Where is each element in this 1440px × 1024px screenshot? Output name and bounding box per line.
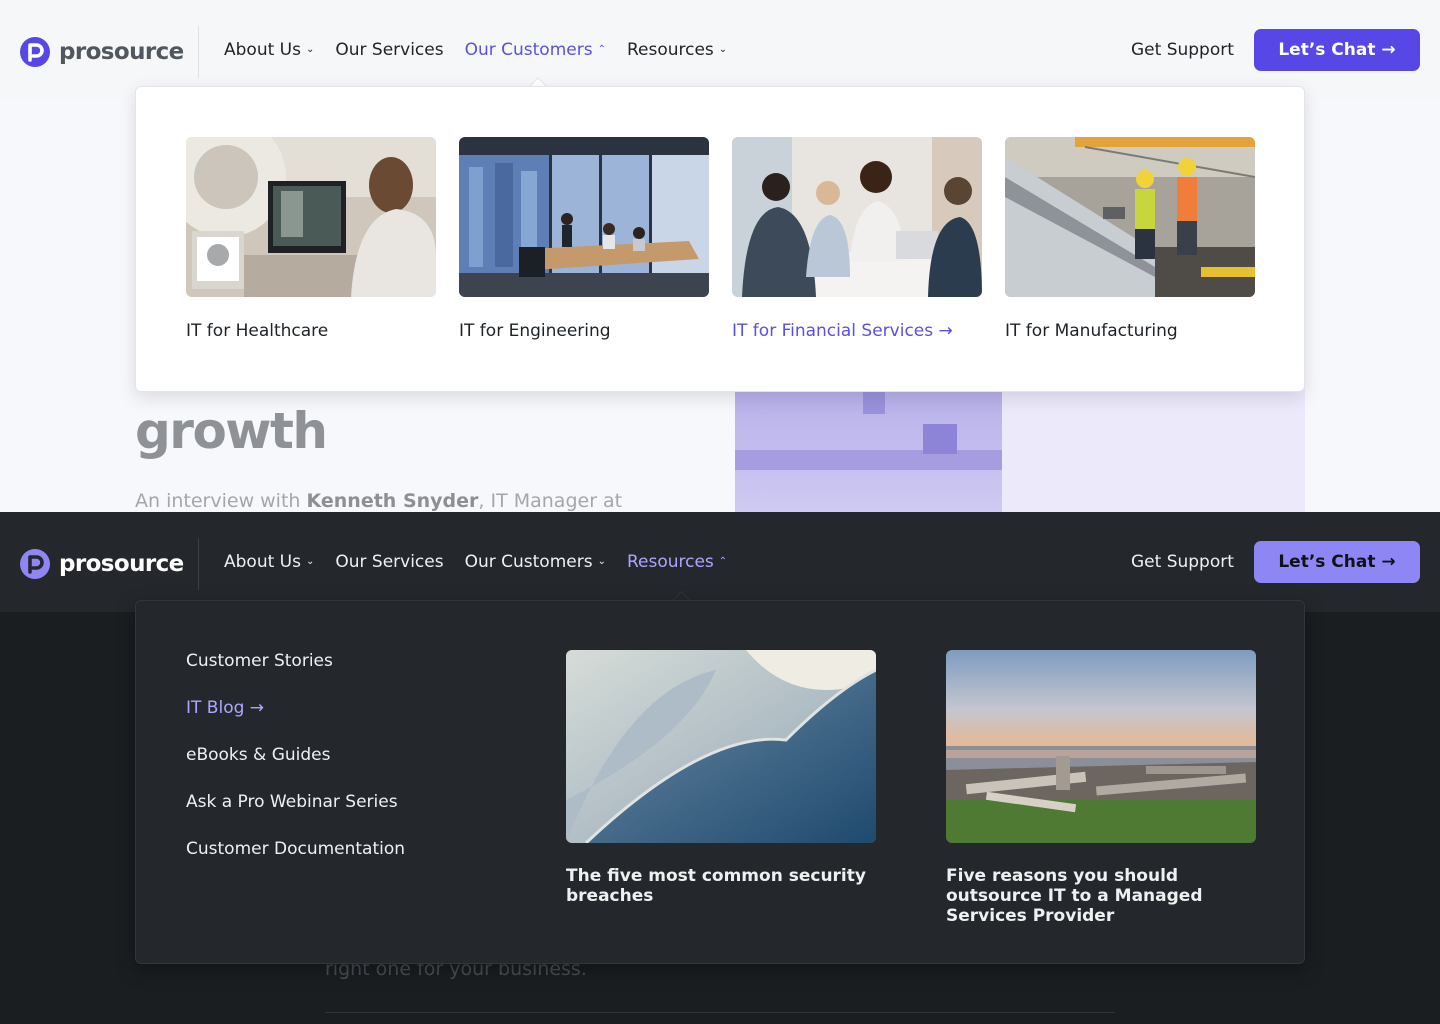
resource-link-it-blog[interactable]: IT Blog → bbox=[186, 698, 405, 745]
industry-label: IT for Manufacturing bbox=[1005, 321, 1178, 341]
industry-card-financial-services[interactable]: IT for Financial Services → bbox=[732, 137, 982, 341]
chevron-up-icon: ⌃ bbox=[597, 44, 606, 55]
article-card-outsource-it[interactable]: Five reasons you should outsource IT to … bbox=[946, 650, 1256, 926]
resources-list: Customer Stories IT Blog → eBooks & Guid… bbox=[186, 651, 405, 886]
industry-label-active: IT for Financial Services → bbox=[732, 321, 953, 341]
top-nav: prosource About Us ⌄ Our Services Our Cus… bbox=[0, 0, 1440, 100]
manufacturing-photo bbox=[1005, 137, 1255, 297]
article-title: The five most common security breaches bbox=[566, 866, 866, 906]
resource-link-customer-stories[interactable]: Customer Stories bbox=[186, 651, 405, 698]
nav-menu: About Us ⌄ Our Services Our Customers ⌄ Re… bbox=[224, 552, 727, 572]
nav-menu: About Us ⌄ Our Services Our Customers ⌃ Re… bbox=[224, 40, 727, 60]
nav-item-about-us[interactable]: About Us ⌄ bbox=[224, 552, 314, 572]
industry-card-manufacturing[interactable]: IT for Manufacturing bbox=[1005, 137, 1255, 341]
article-card-security-breaches[interactable]: The five most common security breaches bbox=[566, 650, 876, 906]
financial-photo bbox=[732, 137, 982, 297]
industry-label: IT for Healthcare bbox=[186, 321, 329, 341]
industry-card-healthcare[interactable]: IT for Healthcare bbox=[186, 137, 436, 341]
logo[interactable]: prosource bbox=[20, 549, 184, 579]
customers-dropdown: IT for Healthcare IT for Engineering IT … bbox=[135, 86, 1305, 392]
industry-label: IT for Engineering bbox=[459, 321, 611, 341]
page-subtitle: An interview with Kenneth Snyder, IT Man… bbox=[135, 490, 623, 512]
logo-text: prosource bbox=[59, 39, 184, 65]
chevron-down-icon: ⌄ bbox=[597, 556, 606, 567]
driftwood-beach-photo bbox=[946, 650, 1256, 843]
nav-item-about-us[interactable]: About Us ⌄ bbox=[224, 40, 314, 60]
healthcare-photo bbox=[186, 137, 436, 297]
chevron-down-icon: ⌄ bbox=[305, 556, 315, 567]
nav-item-our-customers[interactable]: Our Customers ⌃ bbox=[465, 40, 606, 60]
logo[interactable]: prosource bbox=[20, 37, 184, 67]
resource-link-customer-documentation[interactable]: Customer Documentation bbox=[186, 839, 405, 886]
nav-item-resources[interactable]: Resources ⌄ bbox=[627, 40, 727, 60]
industry-card-engineering[interactable]: IT for Engineering bbox=[459, 137, 709, 341]
logo-text: prosource bbox=[59, 551, 184, 577]
nav-item-our-customers[interactable]: Our Customers ⌄ bbox=[465, 552, 606, 572]
prosource-logo-icon bbox=[20, 37, 50, 67]
hero-image bbox=[735, 388, 1305, 512]
light-theme-panel: growth An interview with Kenneth Snyder,… bbox=[0, 0, 1440, 512]
abstract-wave-photo bbox=[566, 650, 876, 843]
nav-item-resources[interactable]: Resources ⌃ bbox=[627, 552, 727, 572]
get-support-link[interactable]: Get Support bbox=[1131, 552, 1234, 572]
article-title: Five reasons you should outsource IT to … bbox=[946, 866, 1203, 926]
divider bbox=[325, 1012, 1115, 1013]
top-nav: prosource About Us ⌄ Our Services Our Cus… bbox=[0, 512, 1440, 612]
chevron-down-icon: ⌄ bbox=[305, 44, 315, 55]
nav-divider bbox=[198, 538, 199, 590]
dark-theme-panel: right one for your business. prosource A… bbox=[0, 512, 1440, 1024]
chevron-up-icon: ⌃ bbox=[718, 556, 728, 567]
lets-chat-button[interactable]: Let’s Chat → bbox=[1254, 29, 1420, 71]
resources-dropdown: Customer Stories IT Blog → eBooks & Guid… bbox=[135, 600, 1305, 964]
nav-item-our-services[interactable]: Our Services bbox=[335, 40, 443, 60]
resource-link-webinar-series[interactable]: Ask a Pro Webinar Series bbox=[186, 792, 405, 839]
page-heading: growth bbox=[135, 402, 328, 460]
prosource-logo-icon bbox=[20, 549, 50, 579]
engineering-photo bbox=[459, 137, 709, 297]
nav-divider bbox=[198, 26, 199, 78]
lets-chat-button[interactable]: Let’s Chat → bbox=[1254, 541, 1420, 583]
resource-link-ebooks-guides[interactable]: eBooks & Guides bbox=[186, 745, 405, 792]
chevron-down-icon: ⌄ bbox=[718, 44, 728, 55]
nav-item-our-services[interactable]: Our Services bbox=[335, 552, 443, 572]
get-support-link[interactable]: Get Support bbox=[1131, 40, 1234, 60]
